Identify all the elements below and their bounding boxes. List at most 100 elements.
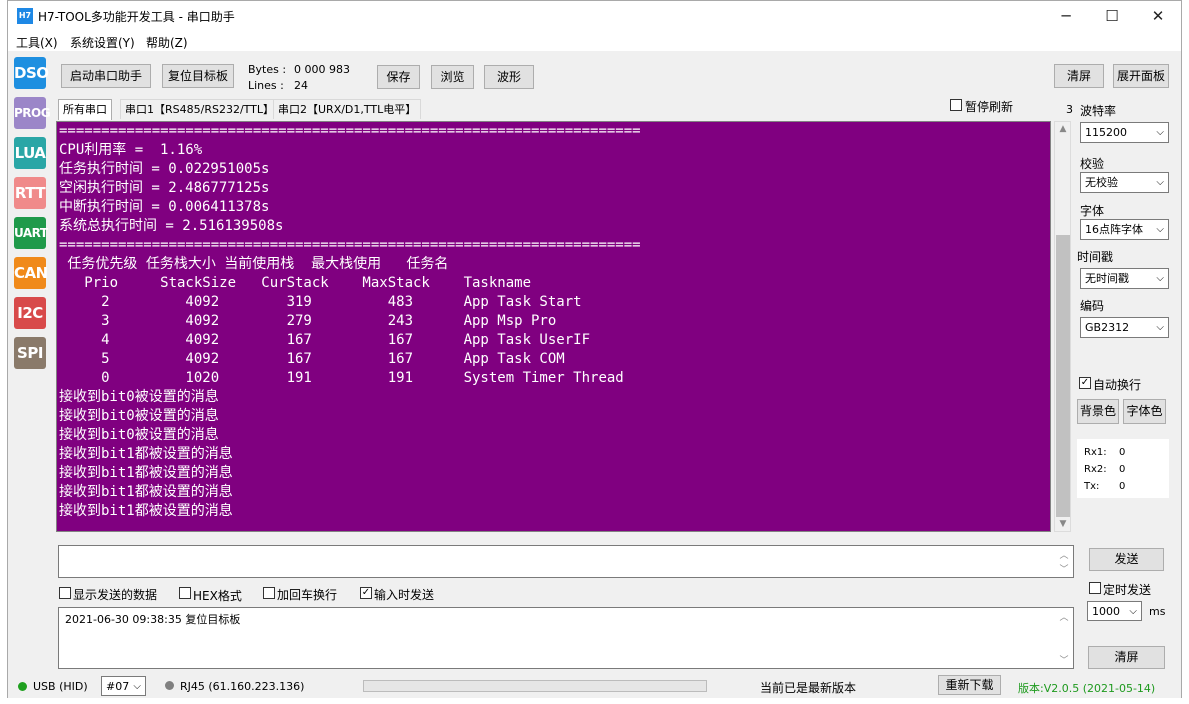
font-label: 字体 bbox=[1080, 204, 1105, 218]
terminal-line: 接收到bit1都被设置的消息 bbox=[59, 465, 233, 481]
start-serial-button[interactable]: 启动串口助手 bbox=[61, 64, 151, 88]
scroll-up-icon[interactable]: ︿ bbox=[1057, 548, 1071, 561]
autowrap-label: 自动换行 bbox=[1093, 378, 1142, 392]
clear-log-button[interactable]: 清屏 bbox=[1088, 646, 1165, 669]
log-entry: 2021-06-30 09:38:35 复位目标板 bbox=[65, 613, 241, 626]
chevron-down-icon: ⌵ bbox=[1156, 224, 1164, 235]
tool-lua-button[interactable]: LUA bbox=[14, 137, 46, 169]
font-value: 16点阵字体 bbox=[1085, 223, 1143, 236]
terminal-line: 接收到bit0被设置的消息 bbox=[59, 389, 219, 405]
window-title: H7-TOOL多功能开发工具 - 串口助手 bbox=[38, 10, 235, 24]
chevron-down-icon: ⌵ bbox=[1156, 322, 1164, 333]
tool-dso-button[interactable]: DSO bbox=[14, 57, 49, 89]
autowrap-checkbox[interactable]: ✓ bbox=[1079, 377, 1091, 389]
rx1-label: Rx1: bbox=[1084, 447, 1107, 458]
waveform-button[interactable]: 波形 bbox=[484, 65, 534, 89]
terminal-line: Prio StackSize CurStack MaxStack Tasknam… bbox=[59, 275, 532, 291]
close-button[interactable]: ✕ bbox=[1135, 1, 1181, 31]
device-value: #07 bbox=[106, 680, 130, 693]
terminal-line: 任务优先级 任务栈大小 当前使用栈 最大栈使用 任务名 bbox=[59, 256, 449, 272]
expand-panel-button[interactable]: 展开面板 bbox=[1113, 64, 1169, 88]
background-color-button[interactable]: 背景色 bbox=[1077, 399, 1119, 424]
device-select[interactable]: #07 ⌵ bbox=[101, 676, 146, 696]
timed-send-label: 定时发送 bbox=[1103, 583, 1152, 597]
terminal-line: 任务执行时间 = 0.022951005s bbox=[59, 161, 270, 177]
download-progress bbox=[363, 680, 707, 692]
panel-number: 3 bbox=[1066, 103, 1073, 116]
encoding-value: GB2312 bbox=[1085, 321, 1130, 334]
tx-label: Tx: bbox=[1084, 481, 1100, 492]
rx2-label: Rx2: bbox=[1084, 464, 1107, 475]
minimize-button[interactable]: ─ bbox=[1043, 1, 1089, 31]
serial-terminal[interactable]: ========================================… bbox=[56, 121, 1051, 532]
scroll-up-icon[interactable]: ︿ bbox=[1057, 610, 1071, 623]
menu-help[interactable]: 帮助(Z) bbox=[146, 34, 188, 51]
hex-format-checkbox[interactable] bbox=[179, 587, 191, 599]
parity-select[interactable]: 无校验 ⌵ bbox=[1080, 172, 1169, 193]
terminal-line: CPU利用率 = 1.16% bbox=[59, 142, 203, 158]
menu-tools[interactable]: 工具(X) bbox=[16, 34, 58, 51]
send-input[interactable]: ︿ ﹀ bbox=[58, 545, 1074, 578]
tool-uart-button[interactable]: UART bbox=[14, 217, 48, 249]
log-box[interactable]: 2021-06-30 09:38:35 复位目标板 ︿ ﹀ bbox=[58, 607, 1074, 669]
menu-bar: 工具(X) 系统设置(Y) 帮助(Z) bbox=[8, 31, 1181, 51]
timestamp-label: 时间戳 bbox=[1077, 250, 1114, 264]
check-icon: ✓ bbox=[1080, 377, 1090, 388]
baud-label: 波特率 bbox=[1080, 104, 1117, 118]
terminal-scroll-thumb[interactable] bbox=[1056, 235, 1070, 517]
app-icon: H7 bbox=[17, 8, 33, 24]
crlf-label: 加回车换行 bbox=[277, 588, 338, 602]
clear-screen-button[interactable]: 清屏 bbox=[1054, 64, 1104, 88]
terminal-line: ========================================… bbox=[59, 237, 641, 253]
reset-target-button[interactable]: 复位目标板 bbox=[162, 64, 234, 88]
lines-label: Lines : bbox=[248, 79, 284, 92]
terminal-line: 空闲执行时间 = 2.486777125s bbox=[59, 180, 270, 196]
font-select[interactable]: 16点阵字体 ⌵ bbox=[1080, 219, 1169, 240]
terminal-line: 5 4092 167 167 App Task COM bbox=[59, 351, 565, 367]
browse-button[interactable]: 浏览 bbox=[431, 65, 474, 89]
interval-select[interactable]: 1000 ⌵ bbox=[1087, 601, 1142, 621]
encoding-select[interactable]: GB2312 ⌵ bbox=[1080, 317, 1169, 338]
scroll-up-icon[interactable]: ▲ bbox=[1056, 124, 1070, 134]
terminal-line: 4 4092 167 167 App Task UserIF bbox=[59, 332, 591, 348]
main-window: H7 H7-TOOL多功能开发工具 - 串口助手 ─ ☐ ✕ 工具(X) 系统设… bbox=[7, 0, 1182, 698]
chevron-down-icon: ⌵ bbox=[1156, 127, 1164, 138]
usb-status-icon bbox=[18, 682, 27, 691]
font-color-button[interactable]: 字体色 bbox=[1123, 399, 1166, 424]
tool-rtt-button[interactable]: RTT bbox=[14, 177, 46, 209]
tab-port1[interactable]: 串口1【RS485/RS232/TTL】 bbox=[120, 99, 280, 119]
send-button[interactable]: 发送 bbox=[1089, 548, 1164, 571]
parity-label: 校验 bbox=[1080, 157, 1105, 171]
parity-value: 无校验 bbox=[1085, 176, 1118, 189]
maximize-button[interactable]: ☐ bbox=[1089, 1, 1135, 31]
menu-system-settings[interactable]: 系统设置(Y) bbox=[70, 34, 135, 51]
tool-i2c-button[interactable]: I2C bbox=[14, 297, 46, 329]
chevron-down-icon: ⌵ bbox=[1129, 606, 1137, 617]
scroll-down-icon[interactable]: ﹀ bbox=[1057, 653, 1071, 666]
tool-spi-button[interactable]: SPI bbox=[14, 337, 46, 369]
tab-all-ports[interactable]: 所有串口 bbox=[58, 99, 112, 120]
scroll-down-icon[interactable]: ﹀ bbox=[1057, 562, 1071, 575]
crlf-checkbox[interactable] bbox=[263, 587, 275, 599]
tab-port2[interactable]: 串口2【URX/D1,TTL电平】 bbox=[273, 99, 422, 119]
timed-send-checkbox[interactable] bbox=[1089, 582, 1101, 594]
terminal-line: 2 4092 319 483 App Task Start bbox=[59, 294, 582, 310]
terminal-scrollbar[interactable]: ▲ ▼ bbox=[1054, 121, 1071, 532]
stats-box: Rx1: 0 Rx2: 0 Tx: 0 bbox=[1077, 439, 1169, 498]
timestamp-value: 无时间戳 bbox=[1085, 272, 1129, 285]
pause-refresh-checkbox[interactable] bbox=[950, 99, 962, 111]
terminal-output: ========================================… bbox=[59, 122, 641, 521]
terminal-line: 3 4092 279 243 App Msp Pro bbox=[59, 313, 557, 329]
tool-prog-button[interactable]: PROG bbox=[14, 97, 51, 129]
version-label: 版本:V2.0.5 (2021-05-14) bbox=[1018, 682, 1156, 695]
pause-refresh-label: 暂停刷新 bbox=[965, 100, 1014, 114]
tool-can-button[interactable]: CAN bbox=[14, 257, 48, 289]
scroll-down-icon[interactable]: ▼ bbox=[1056, 519, 1070, 529]
save-button[interactable]: 保存 bbox=[377, 65, 420, 89]
terminal-line: 接收到bit1都被设置的消息 bbox=[59, 484, 233, 500]
timestamp-select[interactable]: 无时间戳 ⌵ bbox=[1080, 268, 1169, 289]
send-on-input-checkbox[interactable]: ✓ bbox=[360, 587, 372, 599]
redownload-button[interactable]: 重新下载 bbox=[938, 675, 1001, 695]
show-sent-checkbox[interactable] bbox=[59, 587, 71, 599]
baud-select[interactable]: 115200 ⌵ bbox=[1080, 122, 1169, 143]
